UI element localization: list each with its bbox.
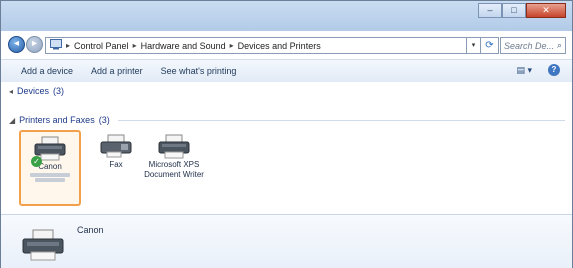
group-label: Printers and Faxes	[19, 115, 95, 125]
default-printer-check-icon: ✓	[31, 156, 42, 167]
search-input[interactable]: Search De... ⌕	[500, 37, 566, 54]
printer-tile-fax[interactable]: Fax	[85, 130, 147, 180]
group-header-printers[interactable]: ◢ Printers and Faxes (3)	[9, 113, 565, 127]
group-divider	[117, 119, 565, 121]
refresh-icon: ⟳	[485, 40, 494, 51]
address-bar[interactable]: ▸ Control Panel ▸ Hardware and Sound ▸ D…	[45, 37, 467, 54]
fax-icon	[100, 134, 132, 158]
navigation-row: ◂ ▸ ▸ Control Panel ▸ Hardware and Sound…	[1, 33, 572, 57]
details-pane: Canon	[1, 214, 572, 268]
breadcrumb-control-panel[interactable]: Control Panel	[74, 41, 129, 51]
printer-subname: Document Writer	[144, 170, 204, 179]
breadcrumb-separator: ▸	[132, 41, 137, 50]
printer-tile-canon[interactable]: ✓ Canon	[19, 130, 81, 206]
group-label: Devices	[17, 86, 50, 96]
minimize-button[interactable]: –	[478, 3, 502, 18]
printer-name: Microsoft XPS	[148, 160, 200, 169]
see-whats-printing-button[interactable]: See what's printing	[161, 66, 237, 76]
expand-icon: ◂	[9, 86, 14, 96]
printer-model-redacted	[30, 173, 70, 177]
refresh-button[interactable]: ⟳	[481, 37, 499, 54]
device-list-area: ◂ Devices (3) ◢ Printers and Faxes (3) ✓…	[1, 82, 572, 268]
printer-model-redacted	[35, 178, 65, 182]
view-options-button[interactable]: ▤ ▾	[516, 65, 532, 76]
back-arrow-icon: ◂	[13, 38, 20, 49]
breadcrumb-separator: ▸	[229, 41, 234, 50]
command-bar: Add a device Add a printer See what's pr…	[1, 59, 572, 83]
breadcrumb-hardware-and-sound[interactable]: Hardware and Sound	[141, 41, 226, 51]
printer-icon	[158, 134, 190, 159]
maximize-button[interactable]: □	[502, 3, 526, 18]
breadcrumb-separator: ▸	[66, 41, 71, 50]
devices-and-printers-window: – □ ✕ ◂ ▸ ▸ Control Panel ▸ Hardware and…	[0, 0, 573, 268]
search-icon: ⌕	[556, 40, 562, 50]
forward-button[interactable]: ▸	[26, 36, 43, 53]
address-history-dropdown[interactable]: ▾	[467, 37, 481, 54]
breadcrumb-devices-and-printers[interactable]: Devices and Printers	[238, 41, 321, 51]
printer-name: Fax	[109, 160, 123, 169]
title-bar[interactable]: – □ ✕	[1, 1, 572, 31]
group-count: (3)	[53, 86, 65, 96]
printer-tile-microsoft-xps[interactable]: Microsoft XPS Document Writer	[143, 130, 205, 210]
control-panel-icon	[50, 39, 62, 52]
caption-buttons: – □ ✕	[478, 3, 566, 18]
add-device-button[interactable]: Add a device	[21, 66, 73, 76]
group-count: (3)	[98, 115, 110, 125]
collapse-icon: ◢	[9, 115, 16, 125]
add-printer-button[interactable]: Add a printer	[91, 66, 143, 76]
printer-name: Canon	[38, 162, 62, 171]
help-button[interactable]: ?	[548, 64, 560, 76]
back-button[interactable]: ◂	[8, 36, 25, 53]
details-printer-name: Canon	[77, 225, 104, 235]
printer-icon	[22, 229, 64, 261]
search-placeholder: Search De...	[504, 40, 555, 51]
group-header-devices[interactable]: ◂ Devices (3)	[9, 86, 64, 96]
close-button[interactable]: ✕	[526, 3, 566, 18]
forward-arrow-icon: ▸	[31, 38, 38, 49]
